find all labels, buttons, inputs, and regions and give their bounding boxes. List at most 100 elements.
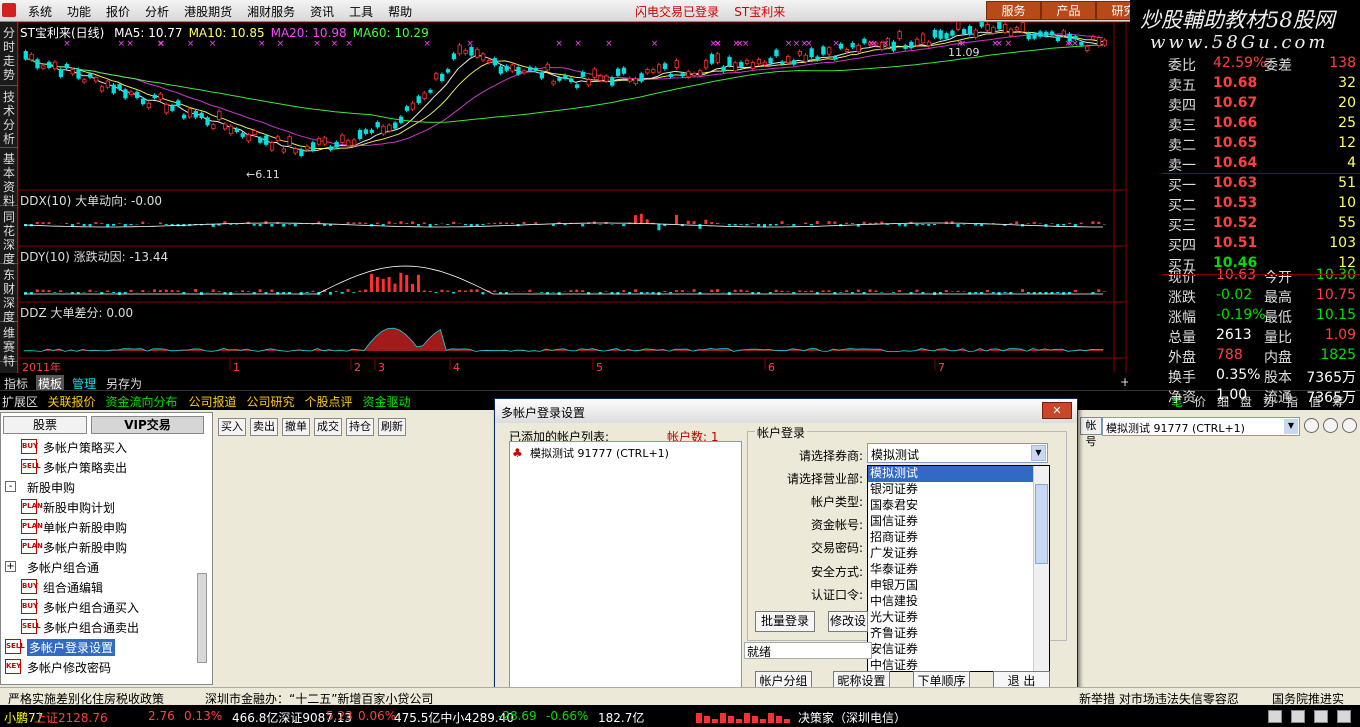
extension-tab[interactable]: 公司报道 (189, 393, 237, 410)
service-button[interactable]: 服务 (986, 1, 1041, 20)
broker-option[interactable]: 齐鲁证券 (868, 626, 1034, 642)
candle-body (985, 23, 990, 31)
vtab[interactable]: 同花深度 (0, 206, 18, 266)
extension-tab[interactable]: 个股点评 (305, 393, 353, 410)
extension-tab[interactable]: 公司研究 (247, 393, 295, 410)
broker-option[interactable]: 申银万国 (868, 578, 1034, 594)
trade-toolbar-button[interactable]: 卖出 (250, 418, 278, 436)
broker-option[interactable]: 银河证券 (868, 482, 1034, 498)
vtab[interactable]: 基本资料 (0, 148, 18, 208)
candle-body (158, 93, 163, 100)
tree-item[interactable]: SELL 多帐户组合通卖出 (1, 617, 196, 637)
tree-item[interactable]: + 多帐户组合通 (1, 557, 196, 577)
broker-option[interactable]: 国信证券 (868, 514, 1034, 530)
network-icon[interactable] (1291, 710, 1305, 723)
account-select[interactable]: 模拟测试 91777 (CTRL+1) ▼ (1102, 417, 1300, 436)
trade-toolbar-button[interactable]: 撤单 (282, 418, 310, 436)
product-button[interactable]: 产品 (1041, 1, 1096, 20)
broker-option[interactable]: 招商证券 (868, 530, 1034, 546)
menu-item[interactable]: 功能 (59, 0, 98, 20)
account-listbox[interactable]: ♣ 模拟测试 91777 (CTRL+1) (509, 441, 742, 689)
expand-icon[interactable]: + (5, 561, 16, 572)
globe-icon[interactable] (1337, 710, 1351, 723)
modify-settings-button[interactable]: 修改设 (828, 611, 868, 632)
ddy-bar (798, 290, 802, 292)
lock-icon[interactable] (1314, 710, 1328, 723)
trade-toolbar-button[interactable]: 刷新 (378, 418, 406, 436)
chevron-down-icon[interactable]: ▼ (1031, 445, 1046, 461)
tab-stock[interactable]: 股票 (3, 416, 87, 434)
extension-tab[interactable]: 资金流向分布 (106, 393, 178, 410)
collapse-icon[interactable]: - (5, 481, 16, 492)
tree-item[interactable]: BUY 多帐户策略买入 (1, 437, 196, 457)
kline-chart[interactable]: 10.509.007.506.00100.035.00×××××××××××××… (17, 18, 1164, 390)
stat-label: 现价 (1168, 270, 1196, 286)
menu-item[interactable]: 资讯 (302, 0, 341, 20)
broker-option[interactable]: 光大证券 (868, 610, 1034, 626)
candle-body (604, 75, 609, 82)
vtab-char: 维 (2, 326, 15, 340)
chevron-down-icon[interactable]: ▼ (1284, 419, 1298, 434)
candle-body (1032, 33, 1037, 39)
trade-toolbar-button[interactable]: 成交 (314, 418, 342, 436)
ddy-bar (246, 291, 250, 292)
tree-item[interactable]: PLAN 单帐户新股申购 (1, 517, 196, 537)
menu-item[interactable]: 湘财服务 (239, 0, 302, 20)
chart-canvas[interactable]: 10.509.007.506.00100.035.00×××××××××××××… (17, 18, 1164, 390)
tab-vip-trade[interactable]: VIP交易 (91, 416, 204, 434)
batch-login-button[interactable]: 批量登录 (755, 611, 815, 632)
dropdown-scrollbar[interactable] (1033, 466, 1049, 671)
ddx-bar (358, 222, 362, 224)
broker-option[interactable]: 国泰君安 (868, 498, 1034, 514)
refresh-icon[interactable] (1304, 418, 1319, 433)
broker-option[interactable]: 中信建投 (868, 594, 1034, 610)
stat-label: 涨幅 (1168, 310, 1196, 326)
broker-option[interactable]: 安信证券 (868, 642, 1034, 658)
extension-tab[interactable]: 关联报价 (48, 393, 96, 410)
extension-tab[interactable]: 扩展区 (2, 393, 38, 410)
menu-item[interactable]: 报价 (98, 0, 137, 20)
tree-scrollbar[interactable] (197, 573, 207, 663)
menu-item[interactable]: 工具 (341, 0, 380, 20)
order-volume: 10 (1338, 195, 1356, 211)
tree-item[interactable]: BUY 组合通编辑 (1, 577, 196, 597)
candle-body (293, 148, 298, 154)
broker-option[interactable]: 模拟测试 (868, 466, 1034, 482)
close-icon[interactable] (1342, 418, 1357, 433)
tree-item[interactable]: SELL 多帐户登录设置 (1, 637, 196, 657)
trade-toolbar-button[interactable]: 买入 (218, 418, 246, 436)
tree-item[interactable]: PLAN 新股申购计划 (1, 497, 196, 517)
vtab[interactable]: 分时走势 (0, 22, 18, 86)
vtab[interactable]: 维赛特 (0, 322, 18, 368)
dropdown-scroll-thumb[interactable] (1035, 484, 1048, 564)
speaker-icon[interactable] (1268, 710, 1282, 723)
menu-item[interactable]: 港股期货 (176, 0, 239, 20)
tree-item[interactable]: KEY 多帐户修改密码 (1, 657, 196, 677)
menu-item[interactable]: 分析 (137, 0, 176, 20)
broker-dropdown-list[interactable]: 模拟测试 银河证券 国泰君安 国信证券 招商证券 广发证券 华泰证券 申银万国 中信建投 光大证券… (867, 465, 1050, 672)
tree-item[interactable]: - 新股申购 (1, 477, 196, 497)
broker-select[interactable]: 模拟测试 ▼ (867, 443, 1048, 463)
extension-tab[interactable]: 资金驱动 (363, 393, 411, 410)
tree-item[interactable]: PLAN 多帐户新股申购 (1, 537, 196, 557)
candle-body (674, 60, 679, 69)
dialog-close-button[interactable]: ✕ (1042, 402, 1072, 419)
candle-body (58, 69, 64, 77)
vtab[interactable]: 技术分析 (0, 86, 18, 148)
ddy-bar (452, 292, 456, 294)
menu-item[interactable]: 帮助 (380, 0, 419, 20)
menu-item[interactable]: 系统 (20, 0, 59, 20)
broker-option[interactable]: 广发证券 (868, 546, 1034, 562)
broker-option[interactable]: 华泰证券 (868, 562, 1034, 578)
tree-item[interactable]: SELL 多帐户策略卖出 (1, 457, 196, 477)
ddx-bar (1038, 223, 1042, 224)
trade-toolbar-button[interactable]: 持仓 (346, 418, 374, 436)
tree-item[interactable]: BUY 多帐户组合通买入 (1, 597, 196, 617)
candle-body (551, 80, 556, 85)
account-list-item[interactable]: 模拟测试 91777 (CTRL+1) (530, 445, 669, 461)
vtab[interactable]: 东财深度 (0, 264, 18, 324)
ddx-bar (903, 224, 907, 227)
candle-body (481, 53, 486, 61)
ddx-bar (522, 221, 526, 224)
minimize-icon[interactable] (1323, 418, 1338, 433)
